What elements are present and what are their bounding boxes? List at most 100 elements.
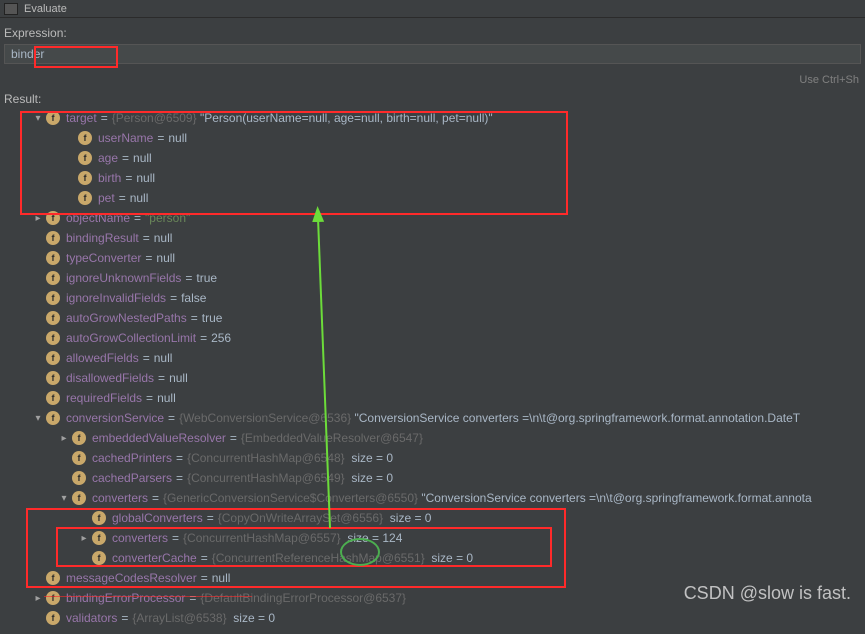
field-value: 256 (211, 331, 231, 345)
field-icon: f (46, 571, 60, 585)
node-validators[interactable]: f validators = {ArrayList@6538} size = 0 (2, 608, 865, 628)
field-name: target (66, 111, 97, 125)
node-target[interactable]: ▾ f target = {Person@6509} "Person(userN… (2, 108, 865, 128)
node-typeConverter[interactable]: f typeConverter = null (2, 248, 865, 268)
node-target-pet[interactable]: f pet = null (2, 188, 865, 208)
node-cachedParsers[interactable]: f cachedParsers = {ConcurrentHashMap@654… (2, 468, 865, 488)
equals-sign: = (158, 371, 165, 385)
field-size: size = 124 (347, 531, 402, 545)
field-value: null (154, 351, 173, 365)
equals-sign: = (191, 311, 198, 325)
field-ref: {CopyOnWriteArraySet@6556} (218, 511, 383, 525)
result-tree: ▾ f target = {Person@6509} "Person(userN… (0, 108, 865, 634)
chevron-down-icon[interactable]: ▾ (32, 413, 44, 424)
field-name: typeConverter (66, 251, 141, 265)
field-name: embeddedValueResolver (92, 431, 226, 445)
field-icon: f (46, 311, 60, 325)
field-value: null (156, 251, 175, 265)
field-name: validators (66, 611, 117, 625)
equals-sign: = (152, 491, 159, 505)
field-size: size = 0 (233, 611, 275, 625)
field-ref: {ArrayList@6538} (132, 611, 226, 625)
chevron-down-icon[interactable]: ▾ (58, 493, 70, 504)
node-converters-inner[interactable]: ▸ f converters = {ConcurrentHashMap@6557… (2, 528, 865, 548)
equals-sign: = (189, 591, 196, 605)
node-ignoreInvalidFields[interactable]: f ignoreInvalidFields = false (2, 288, 865, 308)
field-name: pet (98, 191, 115, 205)
field-icon: f (46, 611, 60, 625)
field-name: converters (92, 491, 148, 505)
equals-sign: = (125, 171, 132, 185)
field-name: disallowedFields (66, 371, 154, 385)
field-icon: f (78, 171, 92, 185)
node-target-birth[interactable]: f birth = null (2, 168, 865, 188)
field-icon: f (78, 191, 92, 205)
field-value: null (168, 131, 187, 145)
node-allowedFields[interactable]: f allowedFields = null (2, 348, 865, 368)
field-icon: f (46, 111, 60, 125)
field-name: cachedPrinters (92, 451, 172, 465)
field-name: bindingErrorProcessor (66, 591, 185, 605)
field-value: null (157, 391, 176, 405)
field-value: false (181, 291, 206, 305)
node-target-age[interactable]: f age = null (2, 148, 865, 168)
node-embeddedValueResolver[interactable]: ▸ f embeddedValueResolver = {EmbeddedVal… (2, 428, 865, 448)
field-ref: {DefaultBindingErrorProcessor@6537} (200, 591, 406, 605)
node-converters[interactable]: ▾ f converters = {GenericConversionServi… (2, 488, 865, 508)
equals-sign: = (201, 551, 208, 565)
field-value: true (196, 271, 217, 285)
equals-sign: = (200, 331, 207, 345)
field-name: messageCodesResolver (66, 571, 197, 585)
node-requiredFields[interactable]: f requiredFields = null (2, 388, 865, 408)
field-icon: f (46, 391, 60, 405)
equals-sign: = (170, 291, 177, 305)
equals-sign: = (143, 351, 150, 365)
field-icon: f (46, 351, 60, 365)
field-value: null (133, 151, 152, 165)
field-repr: "ConversionService converters =\n\t@org.… (421, 491, 811, 505)
expression-input[interactable] (4, 44, 861, 64)
equals-sign: = (230, 431, 237, 445)
chevron-right-icon[interactable]: ▸ (78, 533, 90, 544)
field-icon: f (72, 431, 86, 445)
node-objectName[interactable]: ▸ f objectName = "person" (2, 208, 865, 228)
field-name: objectName (66, 211, 130, 225)
field-name: autoGrowCollectionLimit (66, 331, 196, 345)
chevron-right-icon[interactable]: ▸ (58, 433, 70, 444)
field-name: ignoreInvalidFields (66, 291, 166, 305)
node-cachedPrinters[interactable]: f cachedPrinters = {ConcurrentHashMap@65… (2, 448, 865, 468)
node-globalConverters[interactable]: f globalConverters = {CopyOnWriteArraySe… (2, 508, 865, 528)
field-value: "person" (145, 211, 190, 225)
field-name: conversionService (66, 411, 164, 425)
field-name: age (98, 151, 118, 165)
field-name: userName (98, 131, 153, 145)
field-name: converterCache (112, 551, 197, 565)
node-autoGrowNestedPaths[interactable]: f autoGrowNestedPaths = true (2, 308, 865, 328)
node-target-userName[interactable]: f userName = null (2, 128, 865, 148)
field-value: null (169, 371, 188, 385)
node-disallowedFields[interactable]: f disallowedFields = null (2, 368, 865, 388)
watermark: CSDN @slow is fast. (684, 583, 851, 604)
node-bindingResult[interactable]: f bindingResult = null (2, 228, 865, 248)
equals-sign: = (157, 131, 164, 145)
node-ignoreUnknownFields[interactable]: f ignoreUnknownFields = true (2, 268, 865, 288)
equals-sign: = (172, 531, 179, 545)
equals-sign: = (119, 191, 126, 205)
field-name: globalConverters (112, 511, 203, 525)
field-ref: {WebConversionService@6536} (179, 411, 351, 425)
equals-sign: = (185, 271, 192, 285)
node-conversionService[interactable]: ▾ f conversionService = {WebConversionSe… (2, 408, 865, 428)
node-autoGrowCollectionLimit[interactable]: f autoGrowCollectionLimit = 256 (2, 328, 865, 348)
field-name: cachedParsers (92, 471, 172, 485)
field-size: size = 0 (390, 511, 432, 525)
chevron-down-icon[interactable]: ▾ (32, 113, 44, 124)
chevron-right-icon[interactable]: ▸ (32, 593, 44, 604)
node-converterCache[interactable]: f converterCache = {ConcurrentReferenceH… (2, 548, 865, 568)
result-label: Result: (0, 90, 865, 108)
field-icon: f (72, 491, 86, 505)
chevron-right-icon[interactable]: ▸ (32, 213, 44, 224)
field-ref: {ConcurrentHashMap@6548} (187, 451, 345, 465)
equals-sign: = (134, 211, 141, 225)
field-size: size = 0 (431, 551, 473, 565)
field-name: requiredFields (66, 391, 142, 405)
